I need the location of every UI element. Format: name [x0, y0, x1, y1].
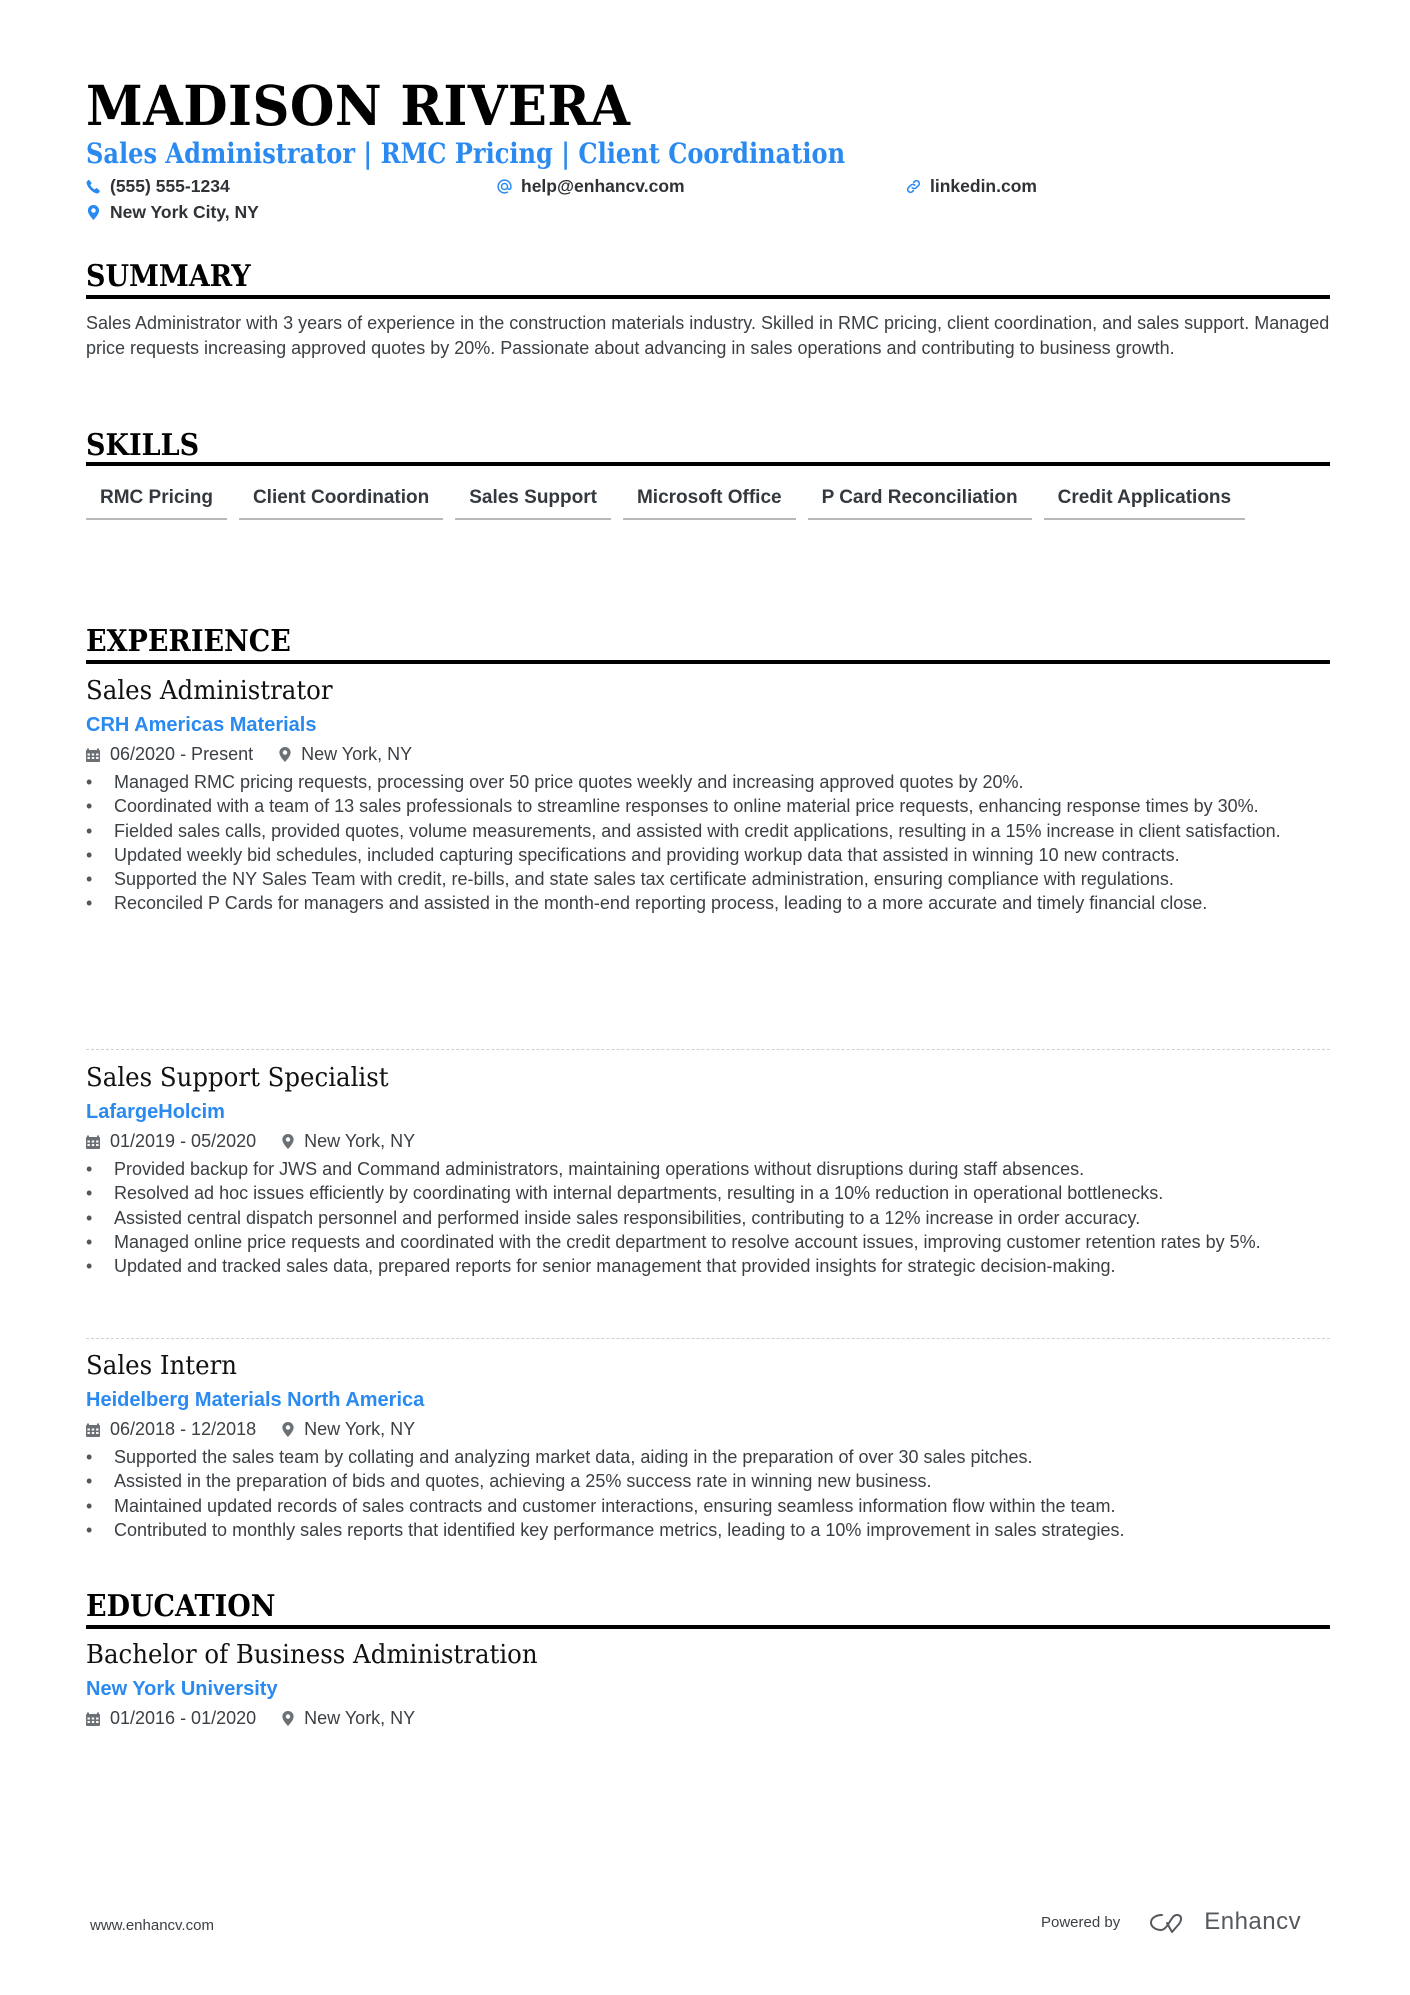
bullet-item: Updated weekly bid schedules, included c… [86, 843, 1330, 868]
skill-tag: RMC Pricing [86, 481, 227, 520]
skill-tag: Sales Support [455, 481, 611, 520]
calendar-icon [86, 1134, 100, 1149]
enhancv-logo-icon [1150, 1913, 1183, 1933]
job-dates: 01/2019 - 05/2020 [110, 1131, 257, 1151]
map-pin-icon [282, 1134, 294, 1149]
bullet-item: Maintained updated records of sales cont… [86, 1494, 1330, 1519]
job-location: New York, NY [304, 1131, 416, 1151]
calendar-icon [86, 1711, 100, 1726]
entry-divider [86, 1338, 1330, 1339]
company-name: Heidelberg Materials North America [86, 1389, 425, 1411]
bullet-item: Assisted central dispatch personnel and … [86, 1206, 1330, 1231]
at-icon [497, 179, 512, 194]
job-title: Sales Administrator [86, 676, 333, 706]
bullet-item: Assisted in the preparation of bids and … [86, 1469, 1330, 1494]
experience-heading: EXPERIENCE [86, 624, 291, 659]
experience-entry: Sales Support Specialist LafargeHolcim 0… [86, 1061, 1330, 1279]
experience-rule [86, 660, 1330, 664]
bullet-item: Coordinated with a team of 13 sales prof… [86, 794, 1330, 819]
phone-value: (555) 555-1234 [110, 176, 230, 196]
company-name: CRH Americas Materials [86, 714, 317, 736]
email-value: help@enhancv.com [521, 176, 685, 196]
summary-heading: SUMMARY [86, 259, 251, 294]
contact-website[interactable]: linkedin.com [906, 176, 1037, 197]
job-meta: 06/2018 - 12/2018 New York, NY [86, 1415, 1330, 1443]
job-location: New York, NY [304, 1419, 416, 1439]
bullet-item: Provided backup for JWS and Command admi… [86, 1157, 1330, 1182]
education-entry: Bachelor of Business Administration New … [86, 1638, 1330, 1732]
bullet-item: Supported the sales team by collating an… [86, 1445, 1330, 1470]
calendar-icon [86, 747, 100, 762]
education-meta: 01/2016 - 01/2020 New York, NY [86, 1704, 1330, 1732]
bullet-item: Fielded sales calls, provided quotes, vo… [86, 819, 1330, 844]
job-location: New York, NY [301, 744, 413, 764]
bullet-item: Supported the NY Sales Team with credit,… [86, 867, 1330, 892]
skill-tag: Microsoft Office [622, 481, 796, 520]
powered-by-label: Powered by [1041, 1913, 1121, 1931]
skills-rule [86, 462, 1330, 466]
link-icon [906, 179, 921, 194]
footer-website-link[interactable]: www.enhancv.com [90, 1917, 214, 1934]
location-value: New York City, NY [110, 202, 259, 222]
job-meta: 01/2019 - 05/2020 New York, NY [86, 1127, 1330, 1155]
education-dates: 01/2016 - 01/2020 [110, 1708, 257, 1728]
skill-tag: Credit Applications [1043, 481, 1246, 520]
map-pin-icon [87, 205, 100, 220]
company-name: LafargeHolcim [86, 1101, 225, 1123]
education-rule [86, 1625, 1330, 1629]
bullet-item: Resolved ad hoc issues efficiently by co… [86, 1181, 1330, 1206]
skills-list: RMC Pricing Client Coordination Sales Su… [86, 481, 1330, 520]
candidate-headline: Sales Administrator | RMC Pricing | Clie… [86, 137, 846, 170]
education-heading: EDUCATION [86, 1589, 276, 1624]
map-pin-icon [282, 1422, 294, 1437]
summary-rule [86, 295, 1330, 299]
job-dates: 06/2018 - 12/2018 [110, 1419, 257, 1439]
bullet-item: Reconciled P Cards for managers and assi… [86, 891, 1330, 916]
bullet-item: Managed RMC pricing requests, processing… [86, 770, 1330, 795]
bullet-item: Contributed to monthly sales reports tha… [86, 1518, 1330, 1543]
job-meta: 06/2020 - Present New York, NY [86, 740, 1330, 768]
contact-email[interactable]: help@enhancv.com [497, 176, 685, 197]
experience-entry: Sales Administrator CRH Americas Materia… [86, 674, 1330, 916]
phone-icon [86, 179, 100, 194]
summary-text: Sales Administrator with 3 years of expe… [86, 313, 1330, 358]
job-bullets: Managed RMC pricing requests, processing… [86, 770, 1330, 916]
brand-name: Enhancv [1204, 1908, 1302, 1935]
degree-title: Bachelor of Business Administration [86, 1640, 538, 1670]
job-bullets: Provided backup for JWS and Command admi… [86, 1157, 1330, 1279]
skill-tag: Client Coordination [238, 481, 444, 520]
contact-location: New York City, NY [86, 202, 259, 223]
candidate-name: MADISON RIVERA [86, 73, 631, 138]
website-value: linkedin.com [930, 176, 1037, 196]
calendar-icon [86, 1422, 100, 1437]
entry-divider [86, 1049, 1330, 1050]
job-title: Sales Intern [86, 1351, 238, 1381]
enhancv-brand[interactable]: Enhancv [1148, 1908, 1301, 1936]
bullet-item: Updated and tracked sales data, prepared… [86, 1254, 1330, 1279]
contact-phone: (555) 555-1234 [86, 176, 230, 197]
map-pin-icon [279, 747, 291, 762]
job-title: Sales Support Specialist [86, 1063, 389, 1093]
experience-entry: Sales Intern Heidelberg Materials North … [86, 1349, 1330, 1542]
job-bullets: Supported the sales team by collating an… [86, 1445, 1330, 1542]
bullet-item: Managed online price requests and coordi… [86, 1230, 1330, 1255]
skill-tag: P Card Reconciliation [807, 481, 1032, 520]
footer-branding: Powered by Enhancv [1041, 1908, 1301, 1936]
skills-heading: SKILLS [86, 428, 200, 463]
map-pin-icon [282, 1711, 294, 1726]
school-name: New York University [86, 1678, 278, 1700]
education-location: New York, NY [304, 1708, 416, 1728]
job-dates: 06/2020 - Present [110, 744, 254, 764]
